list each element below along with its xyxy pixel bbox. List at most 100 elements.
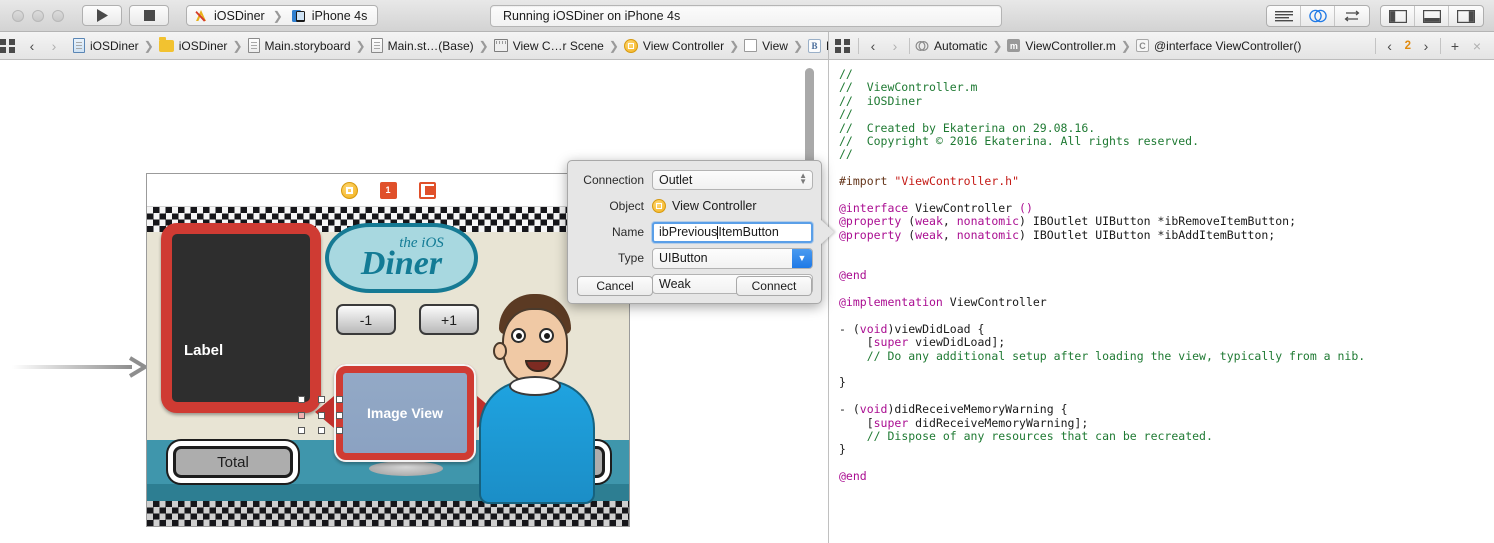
connection-value: Outlet — [659, 173, 692, 187]
go-forward-button-assistant[interactable]: › — [884, 38, 906, 54]
connect-button[interactable]: Connect — [736, 276, 812, 296]
view-controller-icon[interactable] — [341, 182, 358, 199]
initial-view-controller-arrow — [12, 356, 147, 378]
code-line — [839, 189, 1494, 202]
assistant-source-editor[interactable]: //// ViewController.m// iOSDiner//// Cre… — [829, 60, 1494, 543]
selection-handle[interactable] — [318, 427, 325, 434]
class-c-icon: C — [1136, 39, 1149, 52]
assistant-editor-button[interactable] — [1301, 6, 1335, 26]
object-value-group: View Controller — [652, 199, 821, 213]
image-view-label: Image View — [367, 405, 443, 421]
close-assistant-editor-button[interactable]: × — [1466, 38, 1488, 54]
go-back-button[interactable]: ‹ — [21, 38, 43, 54]
previous-counterpart-button[interactable]: ‹ — [1379, 38, 1401, 54]
image-view[interactable]: Image View — [334, 364, 476, 462]
breadcrumb-item-group[interactable]: iOSDiner — [157, 39, 230, 53]
code-token: } — [839, 442, 846, 456]
add-assistant-editor-button[interactable]: + — [1444, 38, 1466, 54]
view-toggles-segmented-control — [1380, 5, 1484, 27]
related-items-button[interactable] — [0, 39, 15, 53]
minimize-window-button[interactable] — [32, 10, 44, 22]
selection-handle[interactable] — [336, 427, 343, 434]
related-items-button-assistant[interactable] — [829, 39, 855, 53]
assistant-controls: ‹ 2 › + × — [1372, 38, 1494, 54]
toggle-debug-area-button[interactable] — [1415, 6, 1449, 26]
breadcrumb-item-interface[interactable]: C @interface ViewController() — [1134, 39, 1303, 53]
type-combo-box[interactable]: UIButton ▼ — [652, 248, 813, 269]
code-token: "ViewController.h" — [894, 174, 1019, 188]
standard-editor-button[interactable] — [1267, 6, 1301, 26]
divider — [909, 38, 910, 54]
popover-row-type: Type UIButton ▼ — [568, 247, 821, 269]
code-line — [839, 390, 1494, 403]
scheme-selector[interactable]: iOSDiner ❯ iPhone 4s — [186, 5, 378, 26]
breadcrumb-item-storyboard-base[interactable]: Main.st…(Base) — [369, 38, 476, 53]
code-token: ( — [901, 214, 915, 228]
code-line: [super viewDidLoad]; — [839, 336, 1494, 349]
close-window-button[interactable] — [12, 10, 24, 22]
selection-handle[interactable] — [318, 412, 325, 419]
stop-button[interactable] — [129, 5, 169, 26]
cancel-button[interactable]: Cancel — [577, 276, 653, 296]
popover-row-name: Name ibPreviousItemButton — [568, 221, 821, 243]
counterpart-page-number: 2 — [1401, 40, 1415, 52]
code-line: // — [839, 108, 1494, 121]
breadcrumb-label: iOSDiner — [90, 39, 139, 53]
breadcrumb-label: View C…r Scene — [513, 39, 604, 53]
selection-handle[interactable] — [336, 412, 343, 419]
toggle-navigator-button[interactable] — [1381, 6, 1415, 26]
code-token: @property — [839, 228, 901, 242]
name-input[interactable]: ibPreviousItemButton — [652, 222, 813, 243]
toggle-utilities-button[interactable] — [1449, 6, 1483, 26]
version-editor-button[interactable] — [1335, 6, 1369, 26]
code-token: // — [839, 107, 853, 121]
selection-handle[interactable] — [298, 427, 305, 434]
chevron-down-icon[interactable]: ▼ — [792, 249, 812, 268]
selection-handle[interactable] — [298, 396, 305, 403]
breadcrumb-item-storyboard[interactable]: Main.storyboard — [246, 38, 353, 53]
go-forward-button[interactable]: › — [43, 38, 65, 54]
run-button[interactable] — [82, 5, 122, 26]
breadcrumb-item-viewcontroller-m[interactable]: m ViewController.m — [1005, 39, 1117, 53]
waiter-illustration — [477, 294, 597, 504]
connection-popup-button[interactable]: Outlet ▲▼ — [652, 170, 813, 190]
source-code-text[interactable]: //// ViewController.m// iOSDiner//// Cre… — [829, 60, 1494, 543]
breadcrumb-item-automatic[interactable]: Automatic — [913, 39, 989, 53]
code-token — [839, 429, 867, 443]
view-icon — [744, 39, 757, 52]
chalkboard-panel[interactable]: Label — [161, 223, 321, 413]
exit-icon[interactable] — [419, 182, 436, 199]
waiter-head — [502, 308, 568, 384]
total-badge[interactable]: Total — [173, 446, 293, 478]
checker-border-bottom — [147, 501, 629, 526]
breadcrumb-item-view[interactable]: View — [742, 39, 790, 53]
zoom-window-button[interactable] — [52, 10, 64, 22]
popover-row-connection: Connection Outlet ▲▼ — [568, 169, 821, 191]
go-back-button-assistant[interactable]: ‹ — [862, 38, 884, 54]
breadcrumb-item-project[interactable]: iOSDiner — [71, 38, 141, 53]
type-value: UIButton — [659, 251, 708, 265]
window-toolbar: iOSDiner ❯ iPhone 4s Running iOSDiner on… — [0, 0, 1494, 32]
selection-handle[interactable] — [336, 396, 343, 403]
outlet-connection-popover[interactable]: Connection Outlet ▲▼ Object View Control… — [567, 160, 822, 304]
breadcrumb-item-button[interactable]: B Button — [806, 39, 828, 53]
code-line: // ViewController.m — [839, 81, 1494, 94]
type-label: Type — [568, 251, 652, 265]
breadcrumb-separator-icon: ❯ — [353, 39, 369, 53]
first-responder-icon[interactable] — [380, 182, 397, 199]
code-token: // — [839, 147, 853, 161]
selection-handle[interactable] — [298, 412, 305, 419]
waiter-collar — [509, 376, 561, 396]
view-controller-scene[interactable]: the iOS Diner Label -1 +1 Image View Tot… — [146, 173, 630, 527]
history-arrows-assistant: ‹ › — [862, 38, 906, 54]
next-counterpart-button[interactable]: › — [1415, 38, 1437, 54]
increment-button[interactable]: +1 — [419, 304, 479, 335]
selection-handle[interactable] — [318, 396, 325, 403]
breadcrumb-item-view-controller[interactable]: View Controller — [622, 39, 726, 53]
name-label: Name — [568, 225, 652, 239]
name-value-after-caret: ItemButton — [718, 225, 778, 239]
breadcrumb-item-scene[interactable]: View C…r Scene — [492, 39, 606, 53]
window-controls — [12, 10, 64, 22]
decrement-button[interactable]: -1 — [336, 304, 396, 335]
breadcrumb-separator-icon: ❯ — [790, 39, 806, 53]
